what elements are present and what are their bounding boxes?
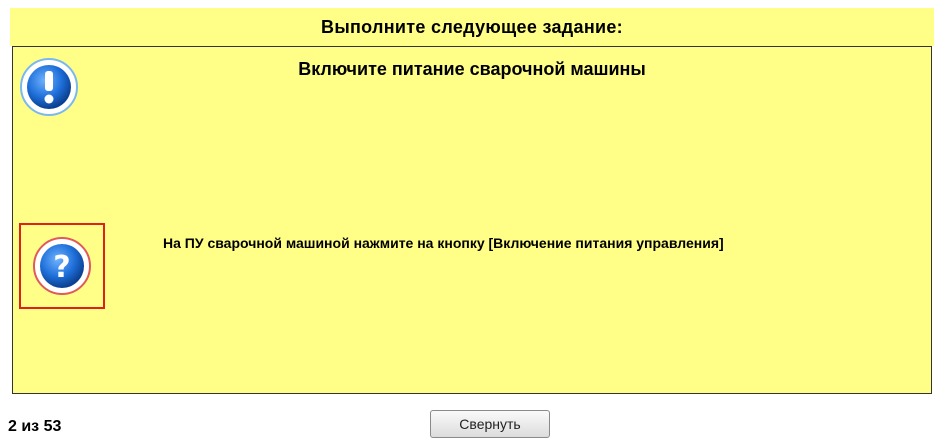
progress-counter: 2 из 53: [8, 418, 62, 435]
task-title: Включите питание сварочной машины: [298, 59, 646, 79]
task-panel: Включите питание сварочной машины ? На П…: [12, 46, 932, 394]
help-icon: ?: [33, 237, 91, 295]
svg-text:?: ?: [53, 250, 70, 285]
help-button[interactable]: ?: [19, 223, 105, 309]
hint-text: На ПУ сварочной машиной нажмите на кнопк…: [163, 235, 724, 251]
instruction-header: Выполните следующее задание:: [10, 8, 934, 46]
header-title: Выполните следующее задание:: [321, 16, 623, 37]
collapse-button[interactable]: Свернуть: [430, 410, 550, 438]
task-window: Выполните следующее задание: Включите пи…: [0, 0, 940, 440]
